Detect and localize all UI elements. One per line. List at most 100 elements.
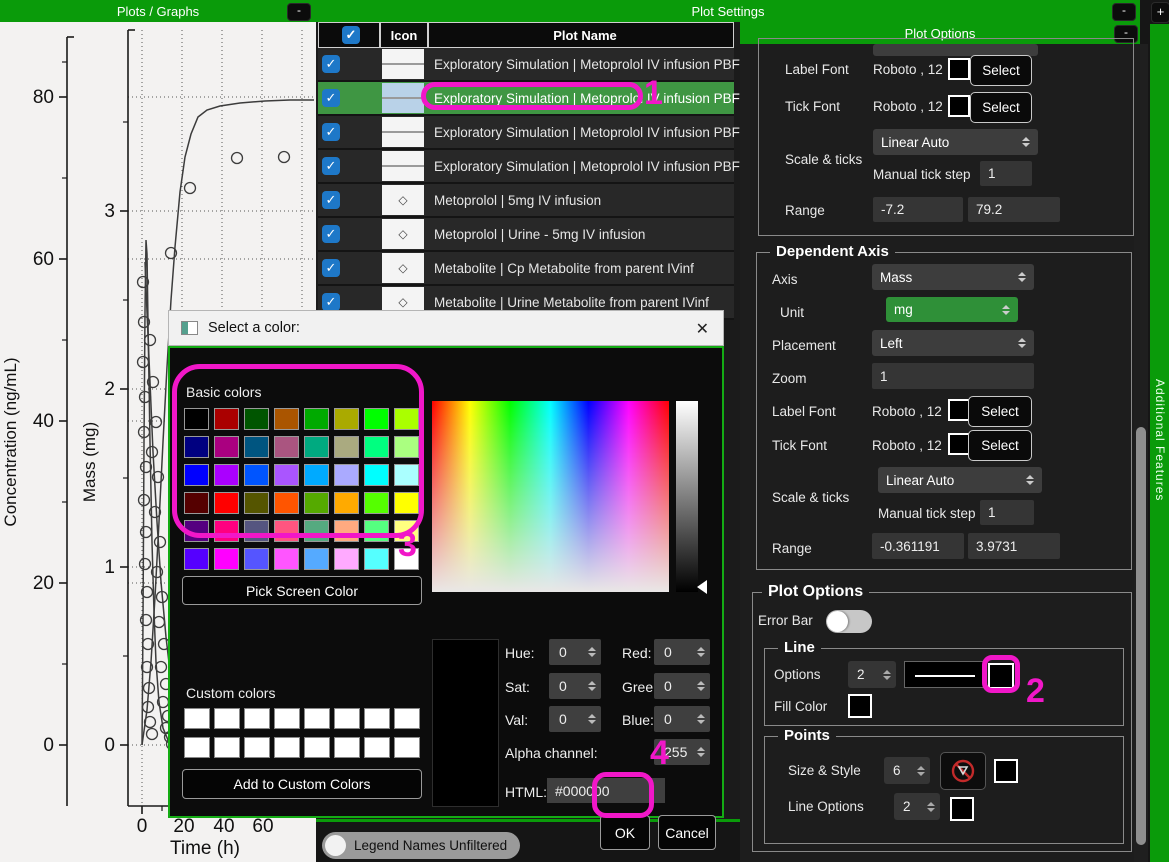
diamond-marker-icon[interactable]: ◇	[382, 185, 424, 215]
point-size-stepper[interactable]: 6	[884, 757, 930, 784]
basic-color-swatch[interactable]	[364, 520, 389, 542]
unit-dropdown[interactable]: mg	[886, 297, 1018, 322]
basic-color-swatch[interactable]	[334, 408, 359, 430]
basic-color-swatch[interactable]	[364, 492, 389, 514]
label-font-color-box[interactable]	[948, 58, 970, 80]
basic-color-swatch[interactable]	[184, 408, 209, 430]
red-input[interactable]: 0	[654, 639, 710, 665]
custom-color-swatch[interactable]	[274, 737, 300, 758]
basic-color-swatch[interactable]	[274, 436, 299, 458]
basic-color-swatch[interactable]	[334, 436, 359, 458]
label-font-select-button[interactable]: Select	[968, 396, 1032, 427]
line-color-box[interactable]	[988, 663, 1014, 689]
table-row[interactable]: ✓Exploratory Simulation | Metoprolol IV …	[318, 116, 734, 150]
scrollbar-thumb[interactable]	[1136, 427, 1146, 845]
basic-color-swatch[interactable]	[394, 492, 419, 514]
axis-dropdown[interactable]: Mass	[872, 264, 1034, 290]
custom-color-swatch[interactable]	[244, 737, 270, 758]
additional-features-strip[interactable]: Additional Features	[1150, 24, 1169, 862]
basic-color-swatch[interactable]	[214, 492, 239, 514]
label-font-select-button[interactable]: Select	[970, 55, 1032, 86]
basic-color-swatch[interactable]	[214, 464, 239, 486]
table-row[interactable]: ✓◇Metoprolol | Urine - 5mg IV infusion	[318, 218, 734, 252]
scale-mode-dropdown[interactable]: Linear Auto	[878, 467, 1042, 493]
green-input[interactable]: 0	[654, 673, 710, 699]
basic-color-swatch[interactable]	[304, 492, 329, 514]
custom-color-swatch[interactable]	[304, 737, 330, 758]
custom-color-swatch[interactable]	[364, 737, 390, 758]
line-style-icon[interactable]	[382, 151, 424, 181]
tick-font-color-box[interactable]	[948, 433, 970, 455]
custom-color-swatch[interactable]	[274, 708, 300, 729]
add-to-custom-colors-button[interactable]: Add to Custom Colors	[182, 769, 422, 799]
table-row[interactable]: ✓◇Metabolite | Cp Metabolite from parent…	[318, 252, 734, 286]
basic-color-swatch[interactable]	[334, 548, 359, 570]
row-checkbox[interactable]: ✓	[322, 191, 340, 209]
basic-color-swatch[interactable]	[214, 436, 239, 458]
basic-color-swatch[interactable]	[184, 548, 209, 570]
basic-color-swatch[interactable]	[334, 520, 359, 542]
basic-color-swatch[interactable]	[394, 548, 419, 570]
ok-button[interactable]: OK	[600, 815, 650, 850]
label-font-color-box[interactable]	[948, 399, 970, 421]
basic-color-swatch[interactable]	[304, 464, 329, 486]
basic-color-swatch[interactable]	[244, 464, 269, 486]
basic-color-swatch[interactable]	[274, 492, 299, 514]
basic-color-swatch[interactable]	[304, 548, 329, 570]
basic-color-swatch[interactable]	[214, 548, 239, 570]
alpha-input[interactable]: 255	[654, 739, 710, 765]
manual-tick-step-input[interactable]: 1	[980, 161, 1032, 186]
basic-color-swatch[interactable]	[244, 520, 269, 542]
row-checkbox[interactable]: ✓	[322, 259, 340, 277]
line-style-preview[interactable]	[904, 661, 986, 688]
basic-color-swatch[interactable]	[304, 520, 329, 542]
range-max-input[interactable]: 3.9731	[968, 533, 1060, 559]
custom-color-swatch[interactable]	[244, 708, 270, 729]
point-color-box[interactable]	[994, 759, 1018, 783]
basic-color-swatch[interactable]	[244, 548, 269, 570]
basic-color-swatch[interactable]	[244, 436, 269, 458]
row-checkbox[interactable]: ✓	[322, 293, 340, 311]
custom-color-swatch[interactable]	[214, 737, 240, 758]
basic-color-swatch[interactable]	[364, 436, 389, 458]
basic-color-swatch[interactable]	[304, 436, 329, 458]
point-line-stepper[interactable]: 2	[894, 793, 940, 820]
close-icon[interactable]: ✕	[696, 319, 709, 339]
expand-button[interactable]: +	[1151, 2, 1169, 23]
table-row[interactable]: ✓Exploratory Simulation | Metoprolol IV …	[318, 150, 734, 184]
custom-color-swatch[interactable]	[334, 708, 360, 729]
select-all-checkbox[interactable]: ✓	[342, 26, 360, 44]
zoom-input[interactable]: 1	[872, 363, 1034, 389]
tick-font-select-button[interactable]: Select	[968, 430, 1032, 461]
manual-tick-step-input[interactable]: 1	[980, 500, 1034, 525]
custom-color-swatch[interactable]	[184, 737, 210, 758]
row-checkbox[interactable]: ✓	[322, 55, 340, 73]
row-checkbox[interactable]: ✓	[322, 225, 340, 243]
point-style-button[interactable]	[940, 752, 986, 790]
basic-color-swatch[interactable]	[274, 520, 299, 542]
custom-color-swatch[interactable]	[334, 737, 360, 758]
basic-color-swatch[interactable]	[184, 464, 209, 486]
basic-color-swatch[interactable]	[184, 520, 209, 542]
minimize-button[interactable]: -	[287, 3, 311, 21]
error-bar-toggle[interactable]	[826, 610, 872, 633]
custom-color-swatch[interactable]	[394, 737, 420, 758]
hue-input[interactable]: 0	[549, 639, 601, 665]
basic-color-swatch[interactable]	[214, 520, 239, 542]
basic-color-swatch[interactable]	[394, 436, 419, 458]
minimize-button[interactable]: -	[1112, 3, 1136, 21]
pick-screen-color-button[interactable]: Pick Screen Color	[182, 576, 422, 605]
basic-color-swatch[interactable]	[394, 520, 419, 542]
range-min-input[interactable]: -0.361191	[872, 533, 964, 559]
basic-color-swatch[interactable]	[244, 492, 269, 514]
basic-color-swatch[interactable]	[244, 408, 269, 430]
basic-color-swatch[interactable]	[334, 464, 359, 486]
basic-color-swatch[interactable]	[364, 408, 389, 430]
html-color-input[interactable]: #000000	[547, 778, 665, 803]
basic-color-swatch[interactable]	[274, 548, 299, 570]
scale-mode-dropdown[interactable]: Linear Auto	[873, 129, 1038, 155]
line-width-stepper[interactable]: 2	[848, 661, 896, 688]
basic-color-swatch[interactable]	[364, 548, 389, 570]
tick-font-select-button[interactable]: Select	[970, 92, 1032, 123]
legend-names-toggle[interactable]: Legend Names Unfiltered	[322, 832, 520, 859]
